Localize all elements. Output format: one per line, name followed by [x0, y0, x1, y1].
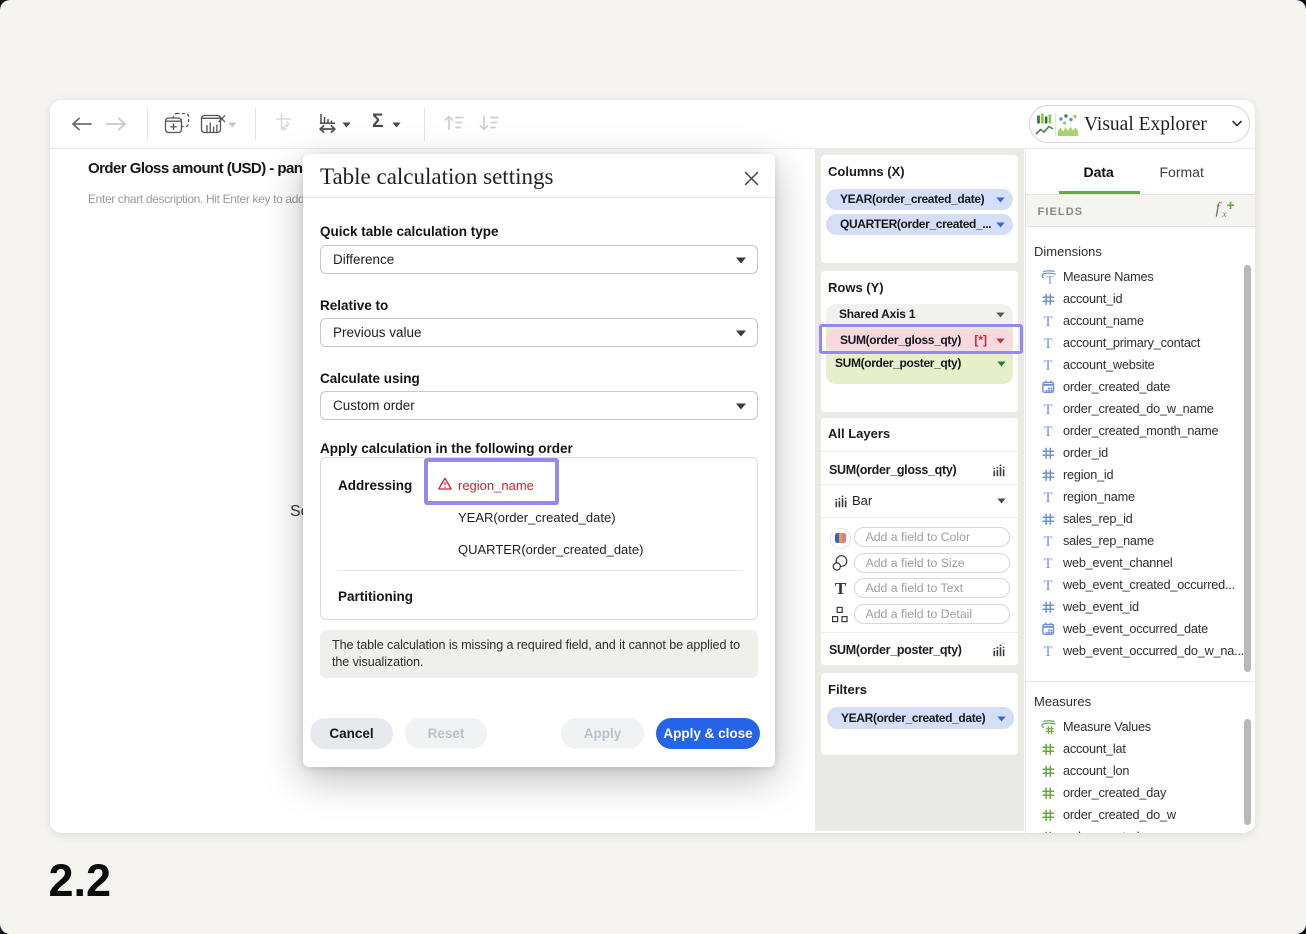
svg-text:T: T: [1044, 534, 1053, 549]
svg-text:T: T: [1044, 578, 1053, 593]
svg-text:T: T: [1044, 490, 1053, 505]
svg-text:T: T: [1044, 314, 1053, 329]
svg-text:T: T: [1044, 424, 1053, 439]
svg-text:T: T: [1044, 556, 1053, 571]
svg-text:T: T: [1044, 336, 1053, 351]
svg-text:T: T: [1044, 644, 1053, 659]
svg-text:T: T: [1046, 272, 1054, 285]
svg-text:T: T: [1044, 402, 1053, 417]
svg-text:T: T: [1044, 358, 1053, 373]
